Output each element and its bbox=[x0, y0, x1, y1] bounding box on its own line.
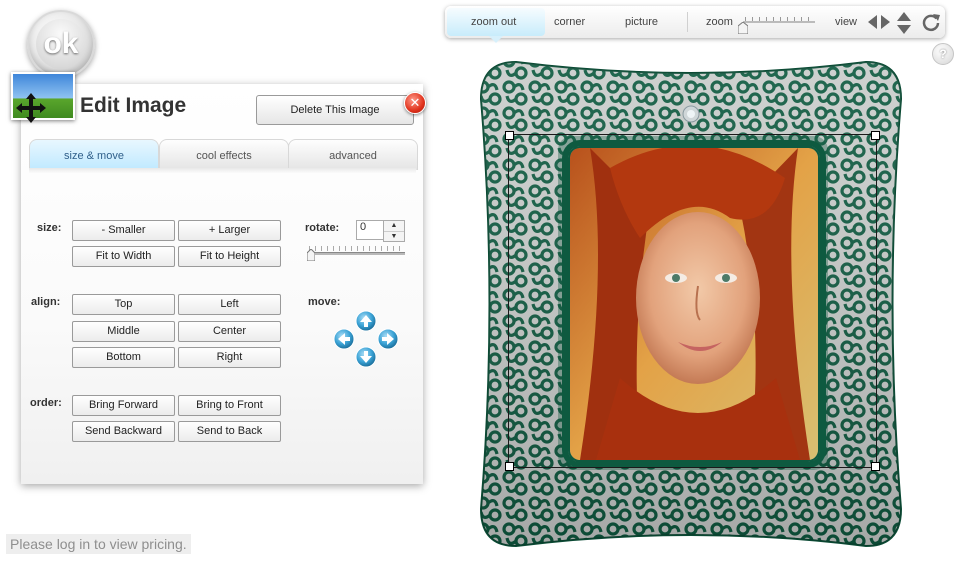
tab-size-move[interactable]: size & move bbox=[29, 139, 159, 170]
size-label: size: bbox=[37, 222, 62, 234]
tab-bar-base bbox=[29, 168, 416, 174]
bring-forward-button[interactable]: Bring Forward bbox=[72, 395, 175, 416]
align-label: align: bbox=[31, 296, 61, 308]
smaller-button[interactable]: - Smaller bbox=[72, 220, 175, 241]
stepper-down-icon[interactable]: ▼ bbox=[384, 232, 404, 242]
delete-image-button[interactable]: Delete This Image bbox=[256, 95, 414, 125]
rotate-stepper[interactable]: ▲ ▼ bbox=[383, 220, 405, 242]
move-up-icon[interactable] bbox=[355, 310, 377, 332]
flip-horizontal-icon[interactable] bbox=[868, 15, 890, 29]
align-top-button[interactable]: Top bbox=[72, 294, 175, 315]
bring-to-front-button[interactable]: Bring to Front bbox=[178, 395, 281, 416]
order-label: order: bbox=[30, 397, 62, 409]
move-right-icon[interactable] bbox=[377, 328, 399, 350]
edit-image-panel: Edit Image Delete This Image ✕ size & mo… bbox=[11, 72, 426, 484]
align-bottom-button[interactable]: Bottom bbox=[72, 347, 175, 368]
help-button[interactable]: ? bbox=[932, 43, 954, 65]
larger-button[interactable]: + Larger bbox=[178, 220, 281, 241]
picture-button[interactable]: picture bbox=[625, 6, 658, 38]
move-left-icon[interactable] bbox=[333, 328, 355, 350]
move-cross-icon[interactable] bbox=[15, 92, 47, 124]
toolbar-divider bbox=[687, 12, 688, 32]
rotate-slider[interactable] bbox=[307, 252, 405, 255]
send-backward-button[interactable]: Send Backward bbox=[72, 421, 175, 442]
move-label: move: bbox=[308, 296, 341, 308]
selection-box[interactable] bbox=[505, 131, 880, 471]
send-to-back-button[interactable]: Send to Back bbox=[178, 421, 281, 442]
zoom-out-button[interactable]: zoom out bbox=[471, 6, 516, 38]
view-label: view bbox=[835, 16, 858, 28]
zoom-slider[interactable] bbox=[743, 21, 815, 23]
panel-title: Edit Image bbox=[80, 94, 187, 117]
align-left-button[interactable]: Left bbox=[178, 294, 281, 315]
tab-advanced[interactable]: advanced bbox=[288, 139, 418, 170]
tab-cool-effects[interactable]: cool effects bbox=[159, 139, 289, 170]
zoom-slider-thumb[interactable] bbox=[738, 22, 748, 34]
resize-handle-top-left[interactable] bbox=[505, 131, 514, 140]
flip-vertical-icon[interactable] bbox=[897, 12, 911, 34]
resize-handle-top-right[interactable] bbox=[871, 131, 880, 140]
corner-button[interactable]: corner bbox=[554, 6, 585, 38]
align-middle-button[interactable]: Middle bbox=[72, 321, 175, 342]
fit-to-width-button[interactable]: Fit to Width bbox=[72, 246, 175, 267]
resize-handle-bottom-left[interactable] bbox=[505, 462, 514, 471]
tab-bar: size & move cool effects advanced bbox=[29, 139, 418, 170]
view-toolbar: zoom out corner picture zoom view bbox=[445, 6, 945, 43]
ok-label: ok bbox=[36, 19, 86, 69]
close-icon[interactable]: ✕ bbox=[404, 92, 426, 114]
resize-handle-bottom-right[interactable] bbox=[871, 462, 880, 471]
rotate-icon[interactable] bbox=[921, 12, 941, 32]
fit-to-height-button[interactable]: Fit to Height bbox=[178, 246, 281, 267]
image-icon bbox=[11, 72, 75, 123]
align-right-button[interactable]: Right bbox=[178, 347, 281, 368]
zoom-label: zoom bbox=[706, 16, 733, 28]
rotate-slider-thumb[interactable] bbox=[307, 249, 315, 261]
stepper-up-icon[interactable]: ▲ bbox=[384, 221, 404, 232]
move-pad bbox=[333, 310, 399, 368]
ok-button[interactable]: ok bbox=[27, 10, 95, 78]
rotate-slider-ticks bbox=[309, 246, 404, 251]
pricing-note: Please log in to view pricing. bbox=[6, 534, 191, 554]
align-center-button[interactable]: Center bbox=[178, 321, 281, 342]
move-down-icon[interactable] bbox=[355, 346, 377, 368]
rotate-label: rotate: bbox=[305, 222, 340, 234]
